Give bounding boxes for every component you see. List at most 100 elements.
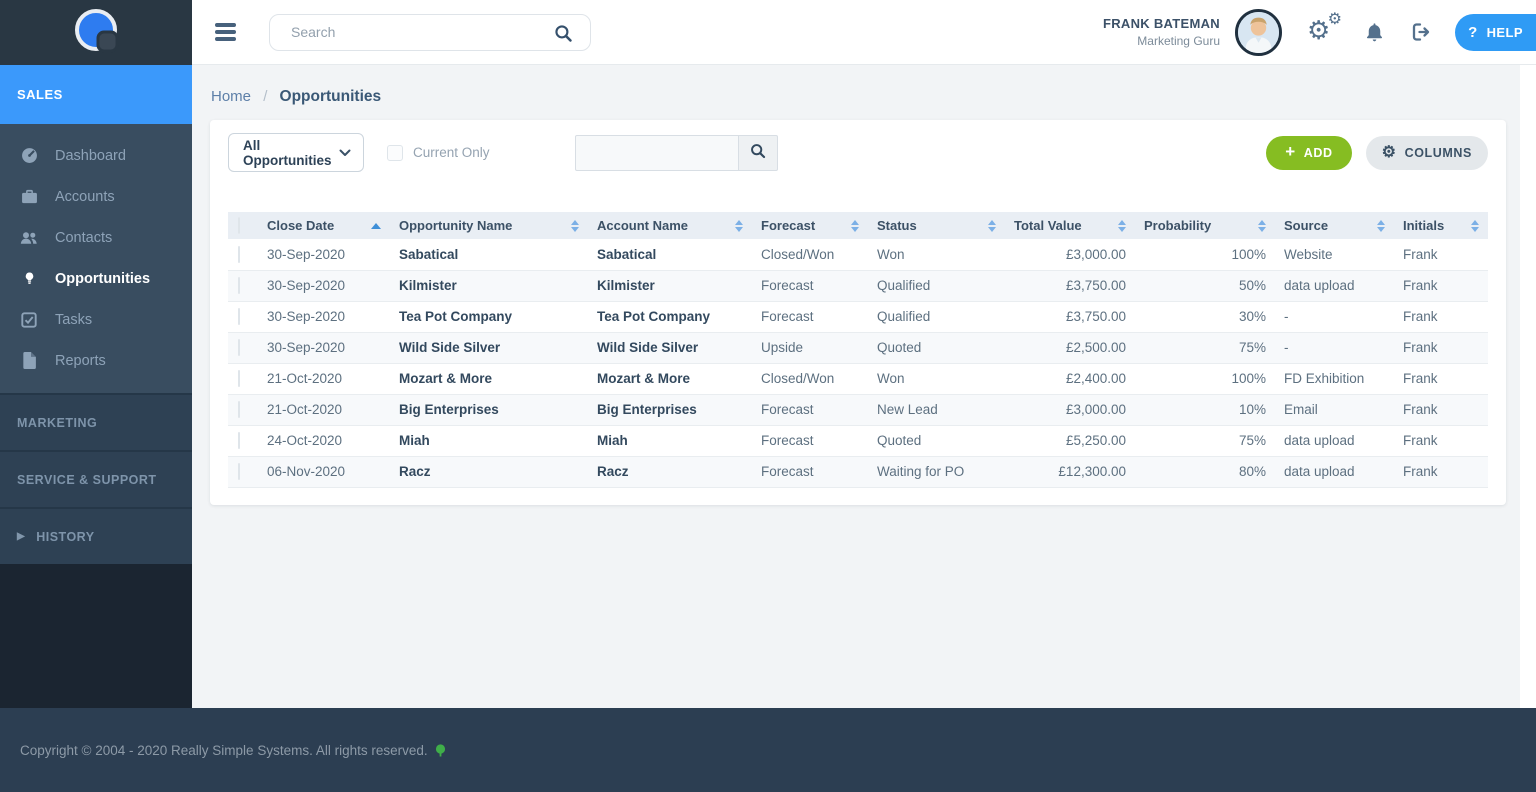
table-row[interactable]: 30-Sep-2020 Kilmister Kilmister Forecast Qua… — [228, 270, 1488, 302]
table-row[interactable]: 06-Nov-2020 Racz Racz Forecast Waiting for P… — [228, 456, 1488, 488]
scrollbar-track[interactable] — [1520, 65, 1536, 708]
column-header-status[interactable]: Status — [868, 212, 1005, 239]
cell-total_value: £2,500.00 — [1005, 332, 1135, 364]
sidebar-item-label: Accounts — [55, 188, 115, 205]
breadcrumb-home-link[interactable]: Home — [211, 88, 251, 105]
help-button[interactable]: ? HELP — [1455, 13, 1536, 51]
global-search-input[interactable] — [270, 14, 590, 50]
sign-out-icon[interactable] — [1410, 20, 1434, 44]
sidebar-item-reports[interactable]: Reports — [0, 340, 192, 381]
dashboard-icon — [17, 147, 41, 164]
cell-close_date: 30-Sep-2020 — [258, 332, 390, 364]
table-row[interactable]: 21-Oct-2020 Mozart & More Mozart & More Clo… — [228, 363, 1488, 395]
accounts-icon — [17, 188, 41, 205]
add-button[interactable]: + ADD — [1266, 135, 1352, 170]
row-checkbox[interactable] — [238, 463, 240, 480]
sort-both-icon — [851, 219, 859, 232]
column-header-forecast[interactable]: Forecast — [752, 212, 868, 239]
sidebar-item-dashboard[interactable]: Dashboard — [0, 135, 192, 176]
table-row[interactable]: 30-Sep-2020 Wild Side Silver Wild Side Sil… — [228, 332, 1488, 364]
row-checkbox[interactable] — [238, 339, 240, 356]
search-icon — [750, 143, 766, 162]
table-row[interactable]: 30-Sep-2020 Tea Pot Company Tea Pot Compan… — [228, 301, 1488, 333]
column-header-close_date[interactable]: Close Date — [258, 212, 390, 239]
sort-both-icon — [988, 219, 996, 232]
cell-initials: Frank — [1394, 239, 1488, 271]
cell-forecast: Forecast — [752, 425, 868, 457]
select-all-checkbox[interactable] — [238, 217, 240, 234]
sidebar-item-contacts[interactable]: Contacts — [0, 217, 192, 258]
hamburger-menu-icon[interactable] — [215, 20, 236, 45]
row-checkbox[interactable] — [238, 308, 240, 325]
table-toolbar: All Opportunities Current Only + ADD ⚙ C… — [228, 133, 1488, 172]
row-checkbox[interactable] — [238, 370, 240, 387]
sidebar-item-opportunities[interactable]: Opportunities — [0, 258, 192, 299]
column-label: Forecast — [761, 218, 816, 233]
sidebar-item-accounts[interactable]: Accounts — [0, 176, 192, 217]
sort-both-icon — [1118, 219, 1126, 232]
avatar[interactable] — [1235, 8, 1282, 56]
column-header-source[interactable]: Source — [1275, 212, 1394, 239]
table-row[interactable]: 21-Oct-2020 Big Enterprises Big Enterprise… — [228, 394, 1488, 426]
column-header-opportunity_name[interactable]: Opportunity Name — [390, 212, 588, 239]
column-label: Total Value — [1014, 218, 1082, 233]
cell-opportunity_name: Racz — [390, 456, 588, 488]
current-only-label: Current Only — [413, 145, 490, 160]
cell-source: - — [1275, 332, 1394, 364]
reports-icon — [17, 352, 41, 369]
column-label: Close Date — [267, 218, 335, 233]
cell-opportunity_name: Mozart & More — [390, 363, 588, 395]
table-search-input[interactable] — [574, 134, 739, 171]
columns-button[interactable]: ⚙ COLUMNS — [1365, 135, 1488, 170]
view-filter-select[interactable]: All Opportunities — [228, 133, 364, 172]
cell-probability: 10% — [1135, 394, 1275, 426]
cell-status: Qualified — [868, 301, 1005, 333]
row-checkbox[interactable] — [238, 245, 240, 263]
cell-source: data upload — [1275, 270, 1394, 302]
table-row[interactable]: 24-Oct-2020 Miah Miah Forecast Quoted £5,250.… — [228, 425, 1488, 457]
row-checkbox[interactable] — [238, 401, 240, 418]
column-header-account_name[interactable]: Account Name — [588, 212, 752, 239]
copyright-text: Copyright © 2004 - 2020 Really Simple Sy… — [20, 742, 428, 758]
cell-source: Website — [1275, 239, 1394, 271]
notifications-bell-icon[interactable] — [1363, 21, 1386, 44]
row-checkbox[interactable] — [238, 432, 240, 449]
cell-opportunity_name: Kilmister — [390, 270, 588, 302]
cell-probability: 80% — [1135, 456, 1275, 488]
sidebar-item-tasks[interactable]: Tasks — [0, 299, 192, 340]
cell-account_name: Wild Side Silver — [588, 332, 752, 364]
search-icon[interactable] — [554, 24, 573, 48]
cell-status: Qualified — [868, 270, 1005, 302]
column-header-probability[interactable]: Probability — [1135, 212, 1275, 239]
sidebar-section-marketing[interactable]: MARKETING — [0, 393, 192, 450]
cell-status: New Lead — [868, 394, 1005, 426]
sidebar-sections: MARKETING SERVICE & SUPPORT ▶ HISTORY — [0, 393, 192, 564]
cell-source: data upload — [1275, 425, 1394, 457]
column-label: Source — [1284, 218, 1329, 233]
cell-initials: Frank — [1394, 425, 1488, 457]
settings-cogs-icon[interactable]: ⚙ ⚙ — [1307, 12, 1342, 49]
column-header-initials[interactable]: Initials — [1394, 212, 1488, 239]
table-search-button[interactable] — [738, 134, 778, 171]
row-checkbox[interactable] — [238, 277, 240, 294]
opportunities-table: Close Date Opportunity Name Account Name Fo… — [228, 212, 1488, 488]
cell-probability: 30% — [1135, 301, 1275, 333]
table-row[interactable]: 30-Sep-2020 Sabatical Sabatical Closed/Won W… — [228, 239, 1488, 271]
footer-tree-icon — [434, 743, 447, 757]
user-role: Marketing Guru — [1137, 34, 1220, 48]
column-label: Opportunity Name — [399, 218, 513, 233]
column-header-total_value[interactable]: Total Value — [1005, 212, 1135, 239]
sidebar-section-service-support[interactable]: SERVICE & SUPPORT — [0, 450, 192, 507]
opportunities-table-wrap: Close Date Opportunity Name Account Name Fo… — [228, 212, 1488, 488]
sidebar-module-sales[interactable]: SALES — [0, 65, 192, 124]
current-only-checkbox[interactable] — [387, 144, 403, 161]
cell-source: Email — [1275, 394, 1394, 426]
help-question-icon: ? — [1468, 23, 1478, 41]
table-search — [574, 134, 778, 171]
chevron-down-icon — [339, 145, 351, 160]
page-title: Opportunities — [279, 88, 382, 105]
brand-logo[interactable] — [71, 5, 121, 60]
sidebar-section-history[interactable]: ▶ HISTORY — [0, 507, 192, 564]
cell-probability: 100% — [1135, 239, 1275, 271]
cell-total_value: £3,750.00 — [1005, 301, 1135, 333]
